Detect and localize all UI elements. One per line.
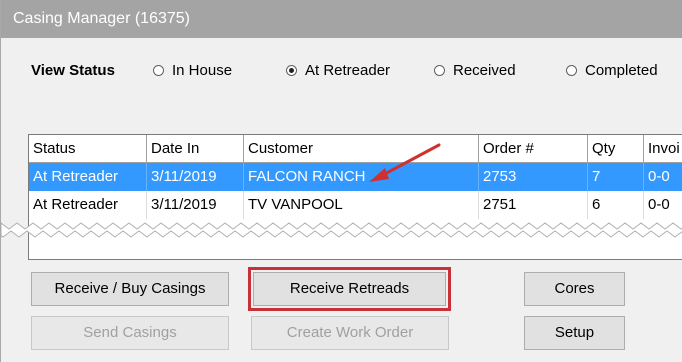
radio-received[interactable]: Received [434,62,516,79]
casing-manager-window: Casing Manager (16375) View Status In Ho… [0,0,682,362]
view-status-label: View Status [31,62,115,79]
radio-label: Received [453,62,516,79]
column-header-date-in[interactable]: Date In [147,135,244,163]
cell-qty: 7 [588,163,644,191]
radio-circle-icon [434,65,445,76]
radio-in-house[interactable]: In House [153,62,232,79]
radio-label: Completed [585,62,658,79]
receive-retreads-button[interactable]: Receive Retreads [248,267,451,311]
cores-button[interactable]: Cores [524,272,625,306]
cell-status: At Retreader [29,163,147,191]
receive-buy-casings-button[interactable]: Receive / Buy Casings [31,272,229,306]
column-header-order[interactable]: Order # [479,135,588,163]
cell-invoice: 0-0 [648,168,670,185]
setup-button[interactable]: Setup [524,316,625,350]
column-header-qty[interactable]: Qty [588,135,644,163]
radio-checked-icon [286,65,297,76]
radio-circle-icon [566,65,577,76]
cell-date-in: 3/11/2019 [147,163,244,191]
radio-label: In House [172,62,233,79]
create-work-order-button[interactable]: Create Work Order [251,316,449,350]
table-row[interactable]: At Retreader 3/11/2019 FALCON RANCH 2753… [29,163,682,191]
annotation-arrow-icon [369,143,441,182]
cell-order: 2753 [479,163,588,191]
window-title: Casing Manager (16375) [1,0,682,38]
radio-completed[interactable]: Completed [566,62,658,79]
radio-at-retreader[interactable]: At Retreader [286,62,390,79]
column-header-invoice[interactable]: Invoi [644,135,682,163]
column-header-status[interactable]: Status [29,135,147,163]
radio-circle-icon [153,65,164,76]
torn-edge-divider [1,222,682,238]
send-casings-button[interactable]: Send Casings [31,316,229,350]
radio-label: At Retreader [305,62,391,79]
